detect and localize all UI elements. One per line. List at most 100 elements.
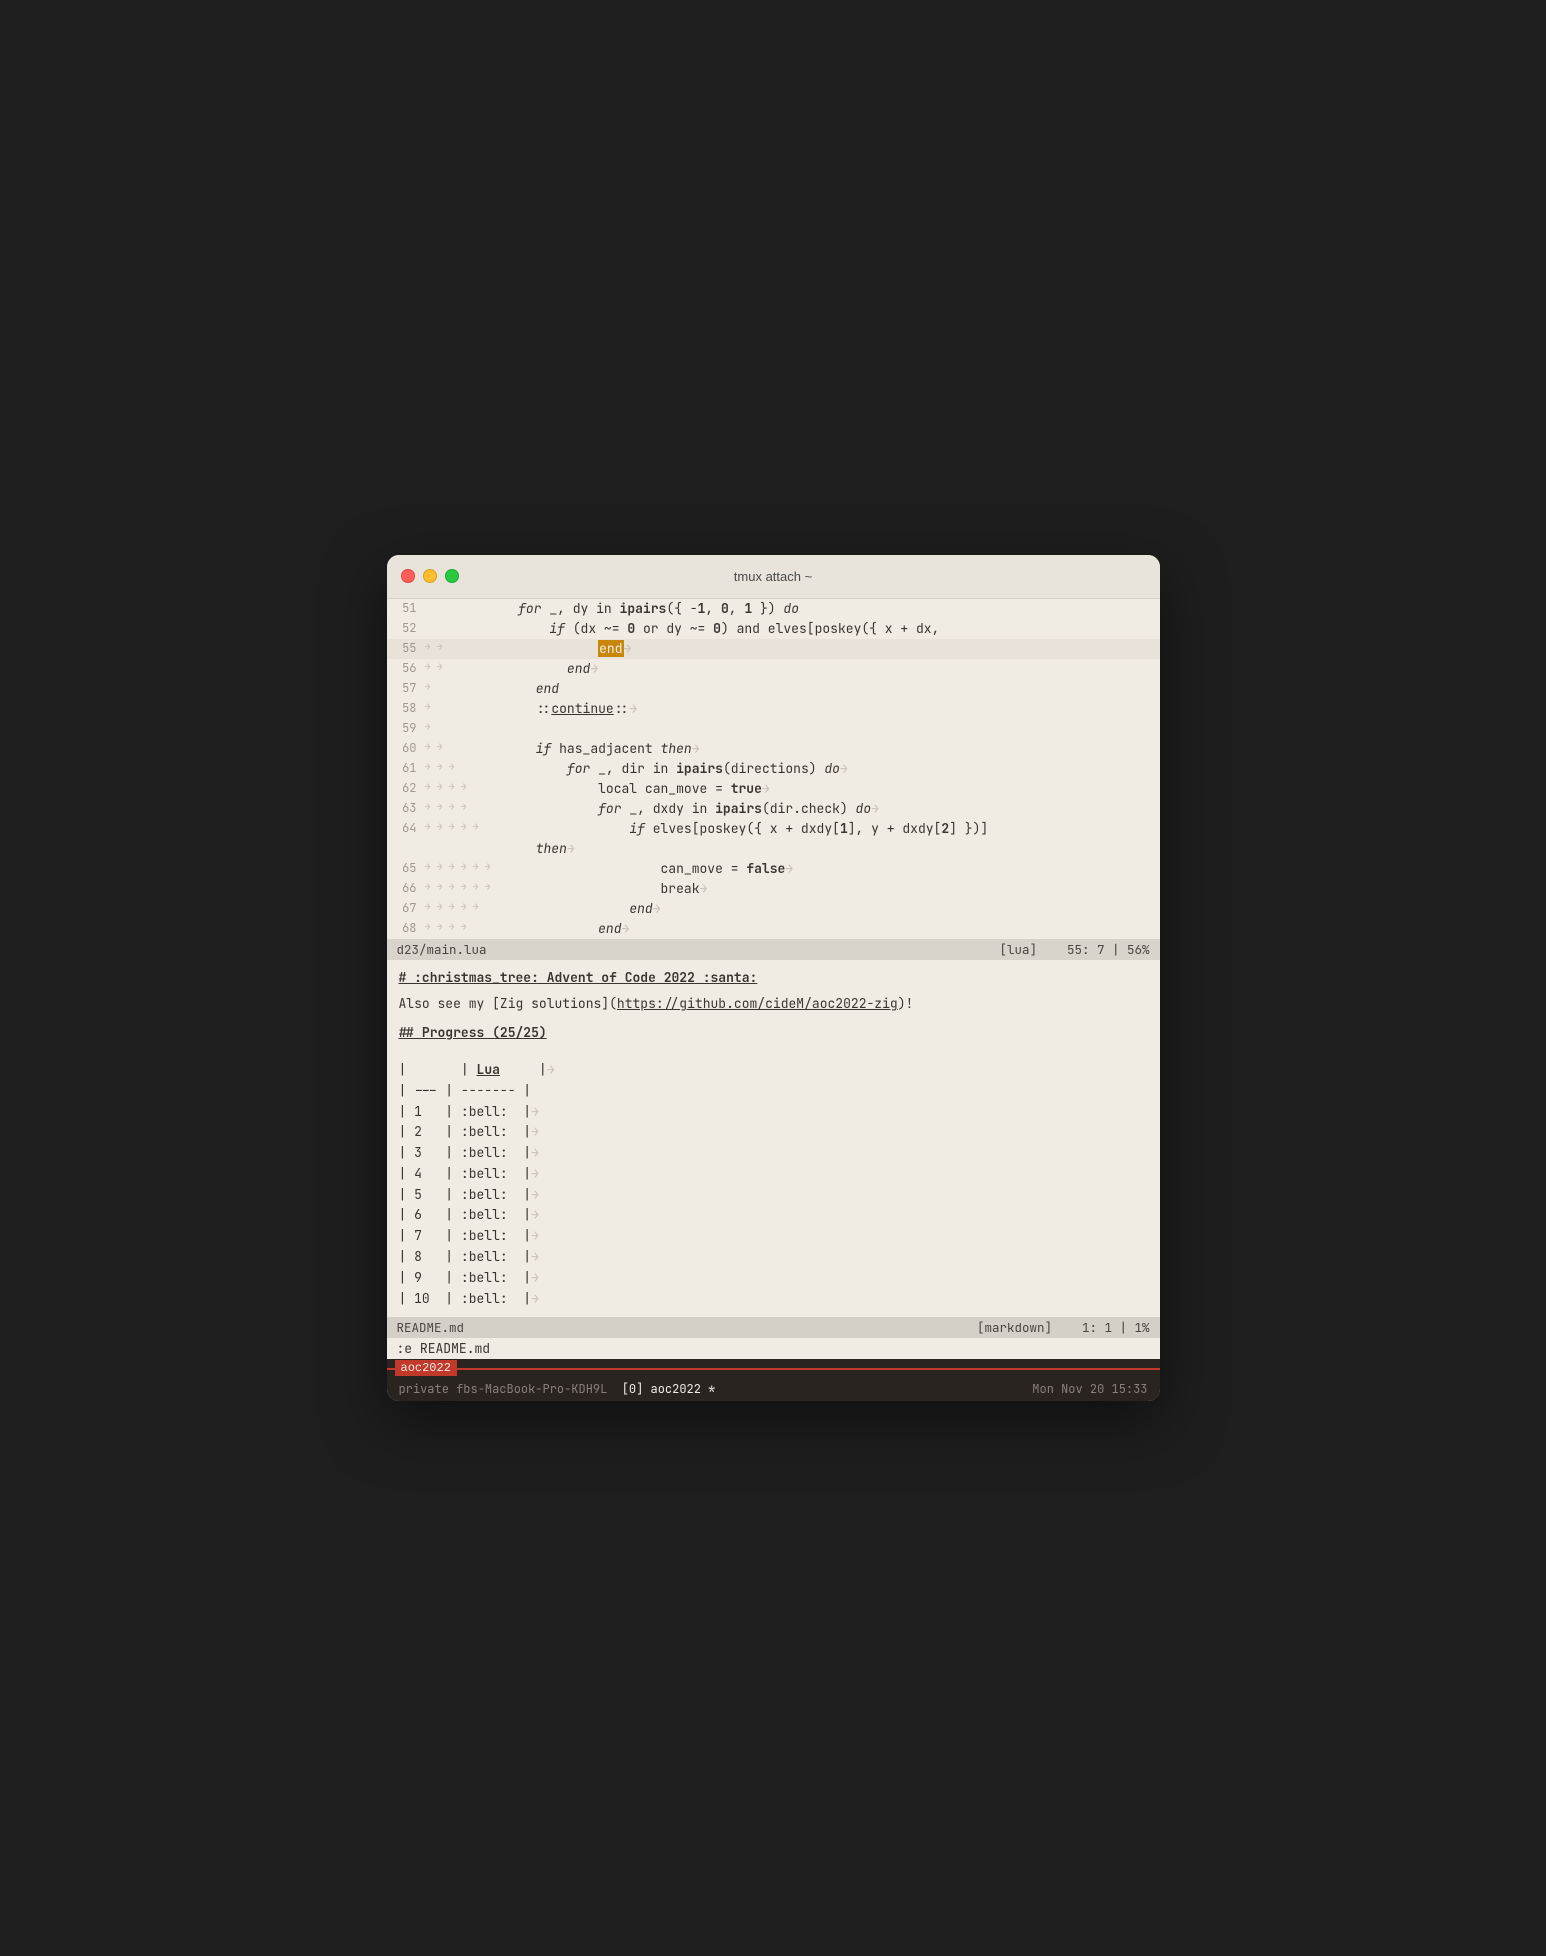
table-cell: | 4 | :bell: |→ [399, 1164, 539, 1185]
code-text: if has_adjacent then→ [505, 739, 1152, 759]
markdown-status-bar: README.md [markdown] 1: 1 | 1% [387, 1317, 1160, 1338]
line-arrows: → [425, 699, 505, 714]
md-table: | | Lua |→ | --- | ------- | | 1 | :bell… [399, 1060, 1148, 1310]
code-line-65: 65 → → → → → → can_move = false→ [387, 859, 1160, 879]
window-title: tmux attach ~ [734, 569, 812, 584]
close-button[interactable] [401, 569, 415, 583]
code-text: end→ [505, 899, 1152, 919]
table-cell: | 7 | :bell: |→ [399, 1226, 539, 1247]
table-row: | 8 | :bell: |→ [399, 1247, 1148, 1268]
table-row: | 10 | :bell: |→ [399, 1289, 1148, 1310]
line-arrows: → → → → [425, 779, 505, 794]
line-number: 66 [395, 879, 425, 897]
line-number: 58 [395, 699, 425, 717]
code-line-60: 60 → → if has_adjacent then→ [387, 739, 1160, 759]
table-row: | 9 | :bell: |→ [399, 1268, 1148, 1289]
code-line-61: 61 → → → for _, dir in ipairs(directions… [387, 759, 1160, 779]
code-text: ::continue::→ [505, 699, 1152, 719]
code-line-51: 51 for _, dy in ipairs({ -1, 0, 1 }) do [387, 599, 1160, 619]
line-number: 57 [395, 679, 425, 697]
minimize-button[interactable] [423, 569, 437, 583]
code-line-62: 62 → → → → local can_move = true→ [387, 779, 1160, 799]
code-line-68: 68 → → → → end→ [387, 919, 1160, 939]
code-text: end→ [505, 919, 1152, 939]
code-text: end→ [505, 639, 1152, 659]
table-row: | 4 | :bell: |→ [399, 1164, 1148, 1185]
cmd-text: :e README.md [397, 1340, 491, 1357]
traffic-lights [401, 569, 459, 583]
code-text: break→ [505, 879, 1152, 899]
editor-filename: d23/main.lua [397, 941, 487, 958]
table-cell: | 5 | :bell: |→ [399, 1185, 539, 1206]
markdown-position: [markdown] 1: 1 | 1% [977, 1319, 1150, 1336]
line-arrows: → → [425, 659, 505, 674]
code-line-52: 52 if (dx ~= 0 or dy ~= 0) and elves[pos… [387, 619, 1160, 639]
code-text: if elves[poskey({ x + dxdy[1], y + dxdy[… [505, 819, 1152, 839]
tmux-session-label: aoc2022 [395, 1360, 457, 1376]
maximize-button[interactable] [445, 569, 459, 583]
table-cell: | 10 | :bell: |→ [399, 1289, 539, 1310]
line-arrows: → → [425, 639, 505, 654]
line-number: 65 [395, 859, 425, 877]
code-text: for _, dy in ipairs({ -1, 0, 1 }) do [425, 599, 1152, 619]
titlebar: tmux attach ~ [387, 555, 1160, 599]
code-line-59: 59 → [387, 719, 1160, 739]
tmux-divider: aoc2022 [387, 1359, 1160, 1377]
tmux-left-info: private fbs-MacBook-Pro-KDH9L [0] aoc202… [399, 1381, 716, 1397]
code-text: if (dx ~= 0 or dy ~= 0) and elves[poskey… [425, 619, 1152, 639]
line-arrows: → → → → [425, 799, 505, 814]
md-progress-heading: ## Progress (25/25) [399, 1023, 1148, 1044]
vim-command-line[interactable]: :e README.md [387, 1338, 1160, 1359]
code-line-58: 58 → ::continue::→ [387, 699, 1160, 719]
table-cell: | 1 | :bell: |→ [399, 1102, 539, 1123]
line-number: 62 [395, 779, 425, 797]
tmux-right-info: Mon Nov 20 15:33 [1032, 1381, 1147, 1397]
code-text: for _, dxdy in ipairs(dir.check) do→ [505, 799, 1152, 819]
line-arrows: → → [425, 739, 505, 754]
code-text: end→ [505, 659, 1152, 679]
line-arrows: → → → [425, 759, 505, 774]
line-number: 61 [395, 759, 425, 777]
line-number: 59 [395, 719, 425, 737]
table-row: | 7 | :bell: |→ [399, 1226, 1148, 1247]
markdown-filename: README.md [397, 1319, 465, 1336]
code-line-66: 66 → → → → → → break→ [387, 879, 1160, 899]
tmux-status-bar: private fbs-MacBook-Pro-KDH9L [0] aoc202… [387, 1377, 1160, 1401]
line-number: 52 [395, 619, 425, 637]
code-line-67: 67 → → → → → end→ [387, 899, 1160, 919]
line-arrows: → [425, 679, 505, 694]
table-cell: | 2 | :bell: |→ [399, 1122, 539, 1143]
table-separator-row: | --- | ------- | [399, 1081, 1148, 1102]
line-number: 56 [395, 659, 425, 677]
line-arrows: → → → → → → [425, 859, 505, 874]
code-line-63: 63 → → → → for _, dxdy in ipairs(dir.che… [387, 799, 1160, 819]
app-window: tmux attach ~ 51 for _, dy in ipairs({ -… [387, 555, 1160, 1402]
md-link-line: Also see my [Zig solutions](https://gith… [399, 994, 1148, 1015]
table-header-row: | | Lua |→ [399, 1060, 1148, 1081]
line-arrows: → → → → → [425, 899, 505, 914]
code-line-64-cont: then→ [387, 839, 1160, 859]
code-text: then→ [505, 839, 1152, 859]
code-text: end [505, 679, 1152, 699]
table-header: | | Lua |→ [399, 1060, 555, 1081]
md-main-heading: # :christmas_tree: Advent of Code 2022 :… [399, 969, 758, 986]
code-line-57: 57 → end [387, 679, 1160, 699]
code-text: local can_move = true→ [505, 779, 1152, 799]
line-number: 51 [395, 599, 425, 617]
editor-position: [lua] 55: 7 | 56% [999, 941, 1149, 958]
table-row: | 1 | :bell: |→ [399, 1102, 1148, 1123]
md-heading-line: # :christmas_tree: Advent of Code 2022 :… [399, 968, 1148, 989]
markdown-editor[interactable]: # :christmas_tree: Advent of Code 2022 :… [387, 960, 1160, 1318]
line-number: 55 [395, 639, 425, 657]
line-number: 64 [395, 819, 425, 837]
table-row: | 5 | :bell: |→ [399, 1185, 1148, 1206]
code-text: can_move = false→ [505, 859, 1152, 879]
code-editor[interactable]: 51 for _, dy in ipairs({ -1, 0, 1 }) do … [387, 599, 1160, 939]
table-row: | 6 | :bell: |→ [399, 1205, 1148, 1226]
table-cell: | 8 | :bell: |→ [399, 1247, 539, 1268]
table-cell: | 9 | :bell: |→ [399, 1268, 539, 1289]
table-row: | 3 | :bell: |→ [399, 1143, 1148, 1164]
code-text: for _, dir in ipairs(directions) do→ [505, 759, 1152, 779]
md-progress-text: ## Progress (25/25) [399, 1024, 547, 1041]
editor-status-bar: d23/main.lua [lua] 55: 7 | 56% [387, 939, 1160, 960]
